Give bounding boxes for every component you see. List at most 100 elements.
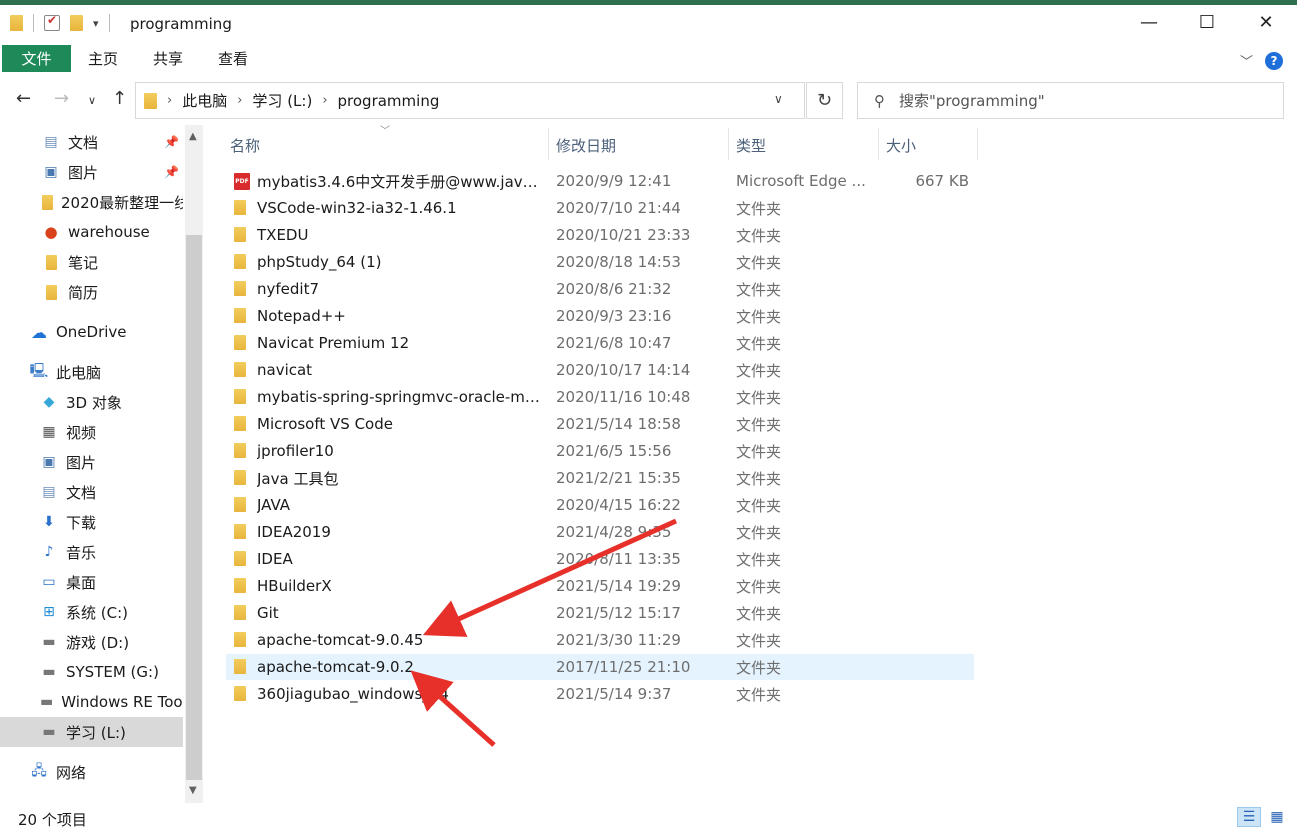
nav-item-downloads[interactable]: ⬇ 下载 xyxy=(0,507,183,537)
table-row[interactable]: jprofiler10 2021/6/5 15:56 文件夹 xyxy=(226,438,974,464)
music-icon: ♪ xyxy=(44,544,54,560)
table-row[interactable]: Microsoft VS Code 2021/5/14 18:58 文件夹 xyxy=(226,411,974,437)
nav-pane-scrollbar[interactable]: ▲ ▼ xyxy=(185,125,203,803)
help-icon[interactable]: ? xyxy=(1265,51,1283,70)
nav-item-documents-quick[interactable]: ▤ 文档 📌 xyxy=(0,127,183,157)
table-row[interactable]: apache-tomcat-9.0.2 2017/11/25 21:10 文件夹 xyxy=(226,654,974,680)
toolbar-divider xyxy=(108,14,110,32)
table-row[interactable]: phpStudy_64 (1) 2020/8/18 14:53 文件夹 xyxy=(226,249,974,275)
table-row[interactable]: Java 工具包 2021/2/21 15:35 文件夹 xyxy=(226,465,974,491)
nav-item-resume[interactable]: 简历 xyxy=(0,277,183,307)
maximize-button[interactable]: ☐ xyxy=(1178,5,1236,40)
table-row[interactable]: HBuilderX 2021/5/14 19:29 文件夹 xyxy=(226,573,974,599)
column-divider[interactable] xyxy=(548,128,549,160)
column-headers: ﹀ 名称 修改日期 类型 大小 xyxy=(226,125,978,163)
modified-date: 2020/10/17 14:14 xyxy=(556,361,691,379)
nav-label: SYSTEM (G:) xyxy=(66,663,159,681)
table-row[interactable]: nyfedit7 2020/8/6 21:32 文件夹 xyxy=(226,276,974,302)
breadcrumb-this-pc[interactable]: 此电脑 xyxy=(182,90,227,111)
nav-item-drive-d[interactable]: ▬ 游戏 (D:) xyxy=(0,627,183,657)
refresh-button[interactable]: ↻ xyxy=(806,82,843,119)
column-divider[interactable] xyxy=(977,128,978,160)
folder-icon xyxy=(234,686,246,705)
table-row[interactable]: mybatis-spring-springmvc-oracle-ma... 202… xyxy=(226,384,974,410)
table-row[interactable]: TXEDU 2020/10/21 23:33 文件夹 xyxy=(226,222,974,248)
nav-item-drive-g[interactable]: ▬ SYSTEM (G:) xyxy=(0,657,183,687)
downloads-icon: ⬇ xyxy=(43,514,55,530)
folder-icon xyxy=(234,470,246,489)
nav-item-network[interactable]: 🖧 网络 xyxy=(0,757,183,787)
table-row[interactable]: Git 2021/5/12 15:17 文件夹 xyxy=(226,600,974,626)
table-row[interactable]: IDEA 2020/8/11 13:35 文件夹 xyxy=(226,546,974,572)
nav-item-warehouse[interactable]: ● warehouse xyxy=(0,217,183,247)
breadcrumb-separator-icon[interactable]: › xyxy=(237,93,242,108)
table-row[interactable]: PDF mybatis3.4.6中文开发手册@www.java... 2020/9/… xyxy=(226,168,974,194)
recent-locations-icon[interactable]: ∨ xyxy=(88,94,96,107)
table-row[interactable]: IDEA2019 2021/4/28 9:35 文件夹 xyxy=(226,519,974,545)
nav-item-pictures-quick[interactable]: ▣ 图片 📌 xyxy=(0,157,183,187)
address-bar[interactable]: › 此电脑 › 学习 (L:) › programming xyxy=(135,82,805,119)
sort-ascending-icon: ﹀ xyxy=(380,126,390,137)
pin-icon[interactable]: 📌 xyxy=(164,165,179,179)
nav-item-desktop[interactable]: ▭ 桌面 xyxy=(0,567,183,597)
nav-item-notes[interactable]: 笔记 xyxy=(0,247,183,277)
close-button[interactable]: ✕ xyxy=(1237,5,1295,40)
scrollbar-thumb[interactable] xyxy=(186,235,202,780)
nav-item-drive-l[interactable]: ▬ 学习 (L:) xyxy=(0,717,183,747)
nav-label: 2020最新整理一线 xyxy=(61,193,183,212)
table-row[interactable]: 360jiagubao_windows_64 2021/5/14 9:37 文件夹 xyxy=(226,681,974,707)
column-header-size[interactable]: 大小 xyxy=(886,135,916,156)
nav-item-this-pc[interactable]: 🖳 此电脑 xyxy=(0,357,183,387)
scroll-up-icon[interactable]: ▲ xyxy=(189,131,197,142)
column-divider[interactable] xyxy=(878,128,879,160)
breadcrumb-separator-icon[interactable]: › xyxy=(322,93,327,108)
breadcrumb-programming[interactable]: programming xyxy=(338,92,440,110)
new-folder-icon[interactable] xyxy=(70,15,83,31)
table-row[interactable]: navicat 2020/10/17 14:14 文件夹 xyxy=(226,357,974,383)
breadcrumb-drive-l[interactable]: 学习 (L:) xyxy=(252,90,312,111)
column-header-type[interactable]: 类型 xyxy=(736,135,766,156)
file-type: 文件夹 xyxy=(736,577,782,596)
nav-item-pictures[interactable]: ▣ 图片 xyxy=(0,447,183,477)
address-history-dropdown-icon[interactable]: ∨ xyxy=(774,92,783,106)
nav-item-windows-re[interactable]: ▬ Windows RE Tools xyxy=(0,687,183,717)
properties-icon[interactable] xyxy=(44,13,60,31)
tab-file[interactable]: 文件 xyxy=(2,45,71,72)
table-row[interactable]: Notepad++ 2020/9/3 23:16 文件夹 xyxy=(226,303,974,329)
breadcrumb-separator-icon[interactable]: › xyxy=(167,93,172,108)
file-name: Navicat Premium 12 xyxy=(257,334,410,352)
nav-item-videos[interactable]: ▦ 视频 xyxy=(0,417,183,447)
expand-ribbon-icon[interactable]: ﹀ xyxy=(1240,51,1253,70)
search-box[interactable]: ⚲ 搜索"programming" xyxy=(857,82,1284,119)
forward-arrow-icon[interactable]: → xyxy=(54,88,69,109)
scroll-down-icon[interactable]: ▼ xyxy=(189,785,197,796)
column-divider[interactable] xyxy=(728,128,729,160)
pin-icon[interactable]: 📌 xyxy=(164,135,179,149)
tab-home[interactable]: 主页 xyxy=(80,45,126,72)
column-header-date[interactable]: 修改日期 xyxy=(556,135,616,156)
column-header-name[interactable]: 名称 xyxy=(230,135,260,156)
table-row[interactable]: Navicat Premium 12 2021/6/8 10:47 文件夹 xyxy=(226,330,974,356)
nav-item-3d-objects[interactable]: ◆ 3D 对象 xyxy=(0,387,183,417)
windows-drive-icon: ⊞ xyxy=(43,604,55,620)
back-arrow-icon[interactable]: ← xyxy=(16,88,31,109)
nav-item-documents[interactable]: ▤ 文档 xyxy=(0,477,183,507)
nav-item-onedrive[interactable]: ☁ OneDrive xyxy=(0,317,183,347)
folder-icon xyxy=(234,200,246,219)
minimize-button[interactable]: — xyxy=(1120,5,1178,40)
pictures-icon: ▣ xyxy=(42,454,56,470)
large-icons-view-button[interactable]: ▦ xyxy=(1265,807,1289,827)
table-row[interactable]: apache-tomcat-9.0.45 2021/3/30 11:29 文件夹 xyxy=(226,627,974,653)
tab-view[interactable]: 查看 xyxy=(210,45,256,72)
nav-item-music[interactable]: ♪ 音乐 xyxy=(0,537,183,567)
table-row[interactable]: VSCode-win32-ia32-1.46.1 2020/7/10 21:44 文… xyxy=(226,195,974,221)
table-row[interactable]: JAVA 2020/4/15 16:22 文件夹 xyxy=(226,492,974,518)
nav-label: 3D 对象 xyxy=(66,393,122,412)
tab-share[interactable]: 共享 xyxy=(145,45,191,72)
nav-item-2020-folder[interactable]: 2020最新整理一线 xyxy=(0,187,183,217)
up-arrow-icon[interactable]: ↑ xyxy=(112,88,127,109)
details-view-button[interactable]: ☰ xyxy=(1237,807,1261,827)
nav-item-drive-c[interactable]: ⊞ 系统 (C:) xyxy=(0,597,183,627)
customize-toolbar-dropdown-icon[interactable]: ▾ xyxy=(93,17,99,30)
file-type: 文件夹 xyxy=(736,199,782,218)
